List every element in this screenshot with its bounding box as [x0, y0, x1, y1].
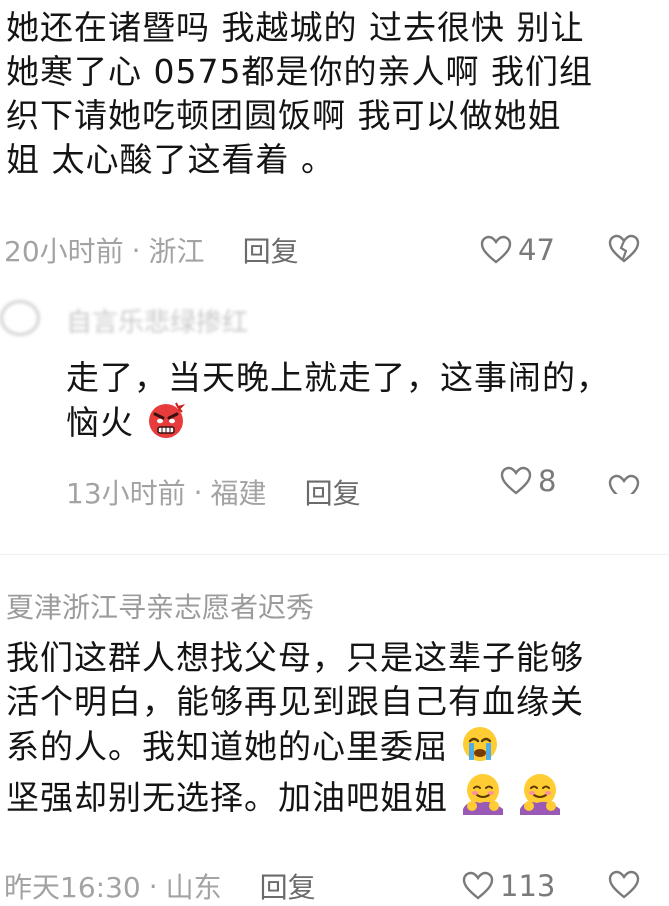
comment-line-with-emoji: 坚强却别无选择。加油吧姐姐 — [6, 769, 662, 820]
comment-line-text: 恼火 — [66, 403, 134, 442]
reply-button[interactable]: 回复 — [305, 472, 361, 512]
dislike-heart-icon[interactable] — [608, 474, 640, 494]
reply-meta: 13小时前 · 福建 回复 — [66, 472, 361, 512]
comment-line: 我们这群人想找父母，只是这辈子能够 — [6, 638, 584, 677]
reply-text: 走了，当天晚上就走了，这事闹的， 恼火 — [66, 356, 656, 445]
comment-text: 我们这群人想找父母，只是这辈子能够 活个明白，能够再见到跟自己有血缘关 系的人。… — [6, 636, 662, 820]
like-button[interactable]: 47 — [480, 230, 555, 270]
location: 浙江 — [148, 235, 205, 268]
comment-meta: 20小时前 · 浙江 回复 — [4, 230, 299, 270]
comment-line: 活个明白，能够再见到跟自己有血缘关 — [6, 682, 584, 721]
hugging-face-emoji — [517, 769, 563, 815]
dislike-heart-icon[interactable] — [608, 870, 640, 900]
divider — [0, 554, 669, 555]
reply-button[interactable]: 回复 — [243, 230, 299, 270]
timestamp: 昨天16:30 — [4, 871, 141, 904]
timestamp: 13小时前 — [66, 477, 186, 510]
meta-separator: · — [131, 233, 141, 267]
comment-text: 她还在诸暨吗 我越城的 过去很快 别让 她寒了心 0575都是你的亲人啊 我们组… — [6, 6, 656, 182]
comment-meta: 昨天16:30 · 山东 回复 — [4, 866, 316, 906]
heart-icon — [480, 235, 512, 265]
comment-line: 织下请她吃顿团圆饭啊 我可以做她姐 — [6, 96, 562, 135]
reply-button[interactable]: 回复 — [260, 866, 316, 906]
reply-author-name[interactable]: 自言乐悲绿掺红 — [66, 302, 248, 339]
angry-face-emoji — [146, 400, 186, 440]
commenter-name[interactable]: 夏津浙江寻亲志愿者迟秀 — [6, 586, 314, 626]
meta-separator: · — [193, 475, 203, 509]
heart-icon — [500, 466, 532, 496]
location: 山东 — [165, 871, 222, 904]
comment-line: 她寒了心 0575都是你的亲人啊 我们组 — [6, 52, 593, 91]
comment-line-with-emoji: 恼火 — [66, 400, 656, 445]
comment-line: 她还在诸暨吗 我越城的 过去很快 别让 — [6, 8, 585, 47]
like-count: 47 — [518, 233, 555, 267]
meta-separator: · — [148, 869, 158, 903]
location: 福建 — [210, 477, 267, 510]
crying-face-emoji — [460, 724, 500, 764]
like-button[interactable]: 113 — [462, 866, 555, 906]
hugging-face-emoji — [460, 769, 506, 815]
like-button[interactable]: 8 — [500, 466, 556, 496]
comment-line-with-emoji: 系的人。我知道她的心里委屈 — [6, 724, 662, 769]
comment-line-text: 坚强却别无选择。加油吧姐姐 — [6, 778, 448, 817]
comment-line: 姐 太心酸了这看着 。 — [6, 140, 335, 179]
avatar[interactable] — [0, 300, 40, 336]
like-count: 8 — [538, 466, 557, 496]
timestamp: 20小时前 — [4, 235, 124, 268]
heart-icon — [462, 871, 494, 901]
comment-line: 走了，当天晚上就走了，这事闹的， — [66, 358, 610, 397]
dislike-heart-icon[interactable] — [608, 234, 640, 264]
comment-line-text: 系的人。我知道她的心里委屈 — [6, 727, 448, 766]
like-count: 113 — [500, 869, 556, 903]
